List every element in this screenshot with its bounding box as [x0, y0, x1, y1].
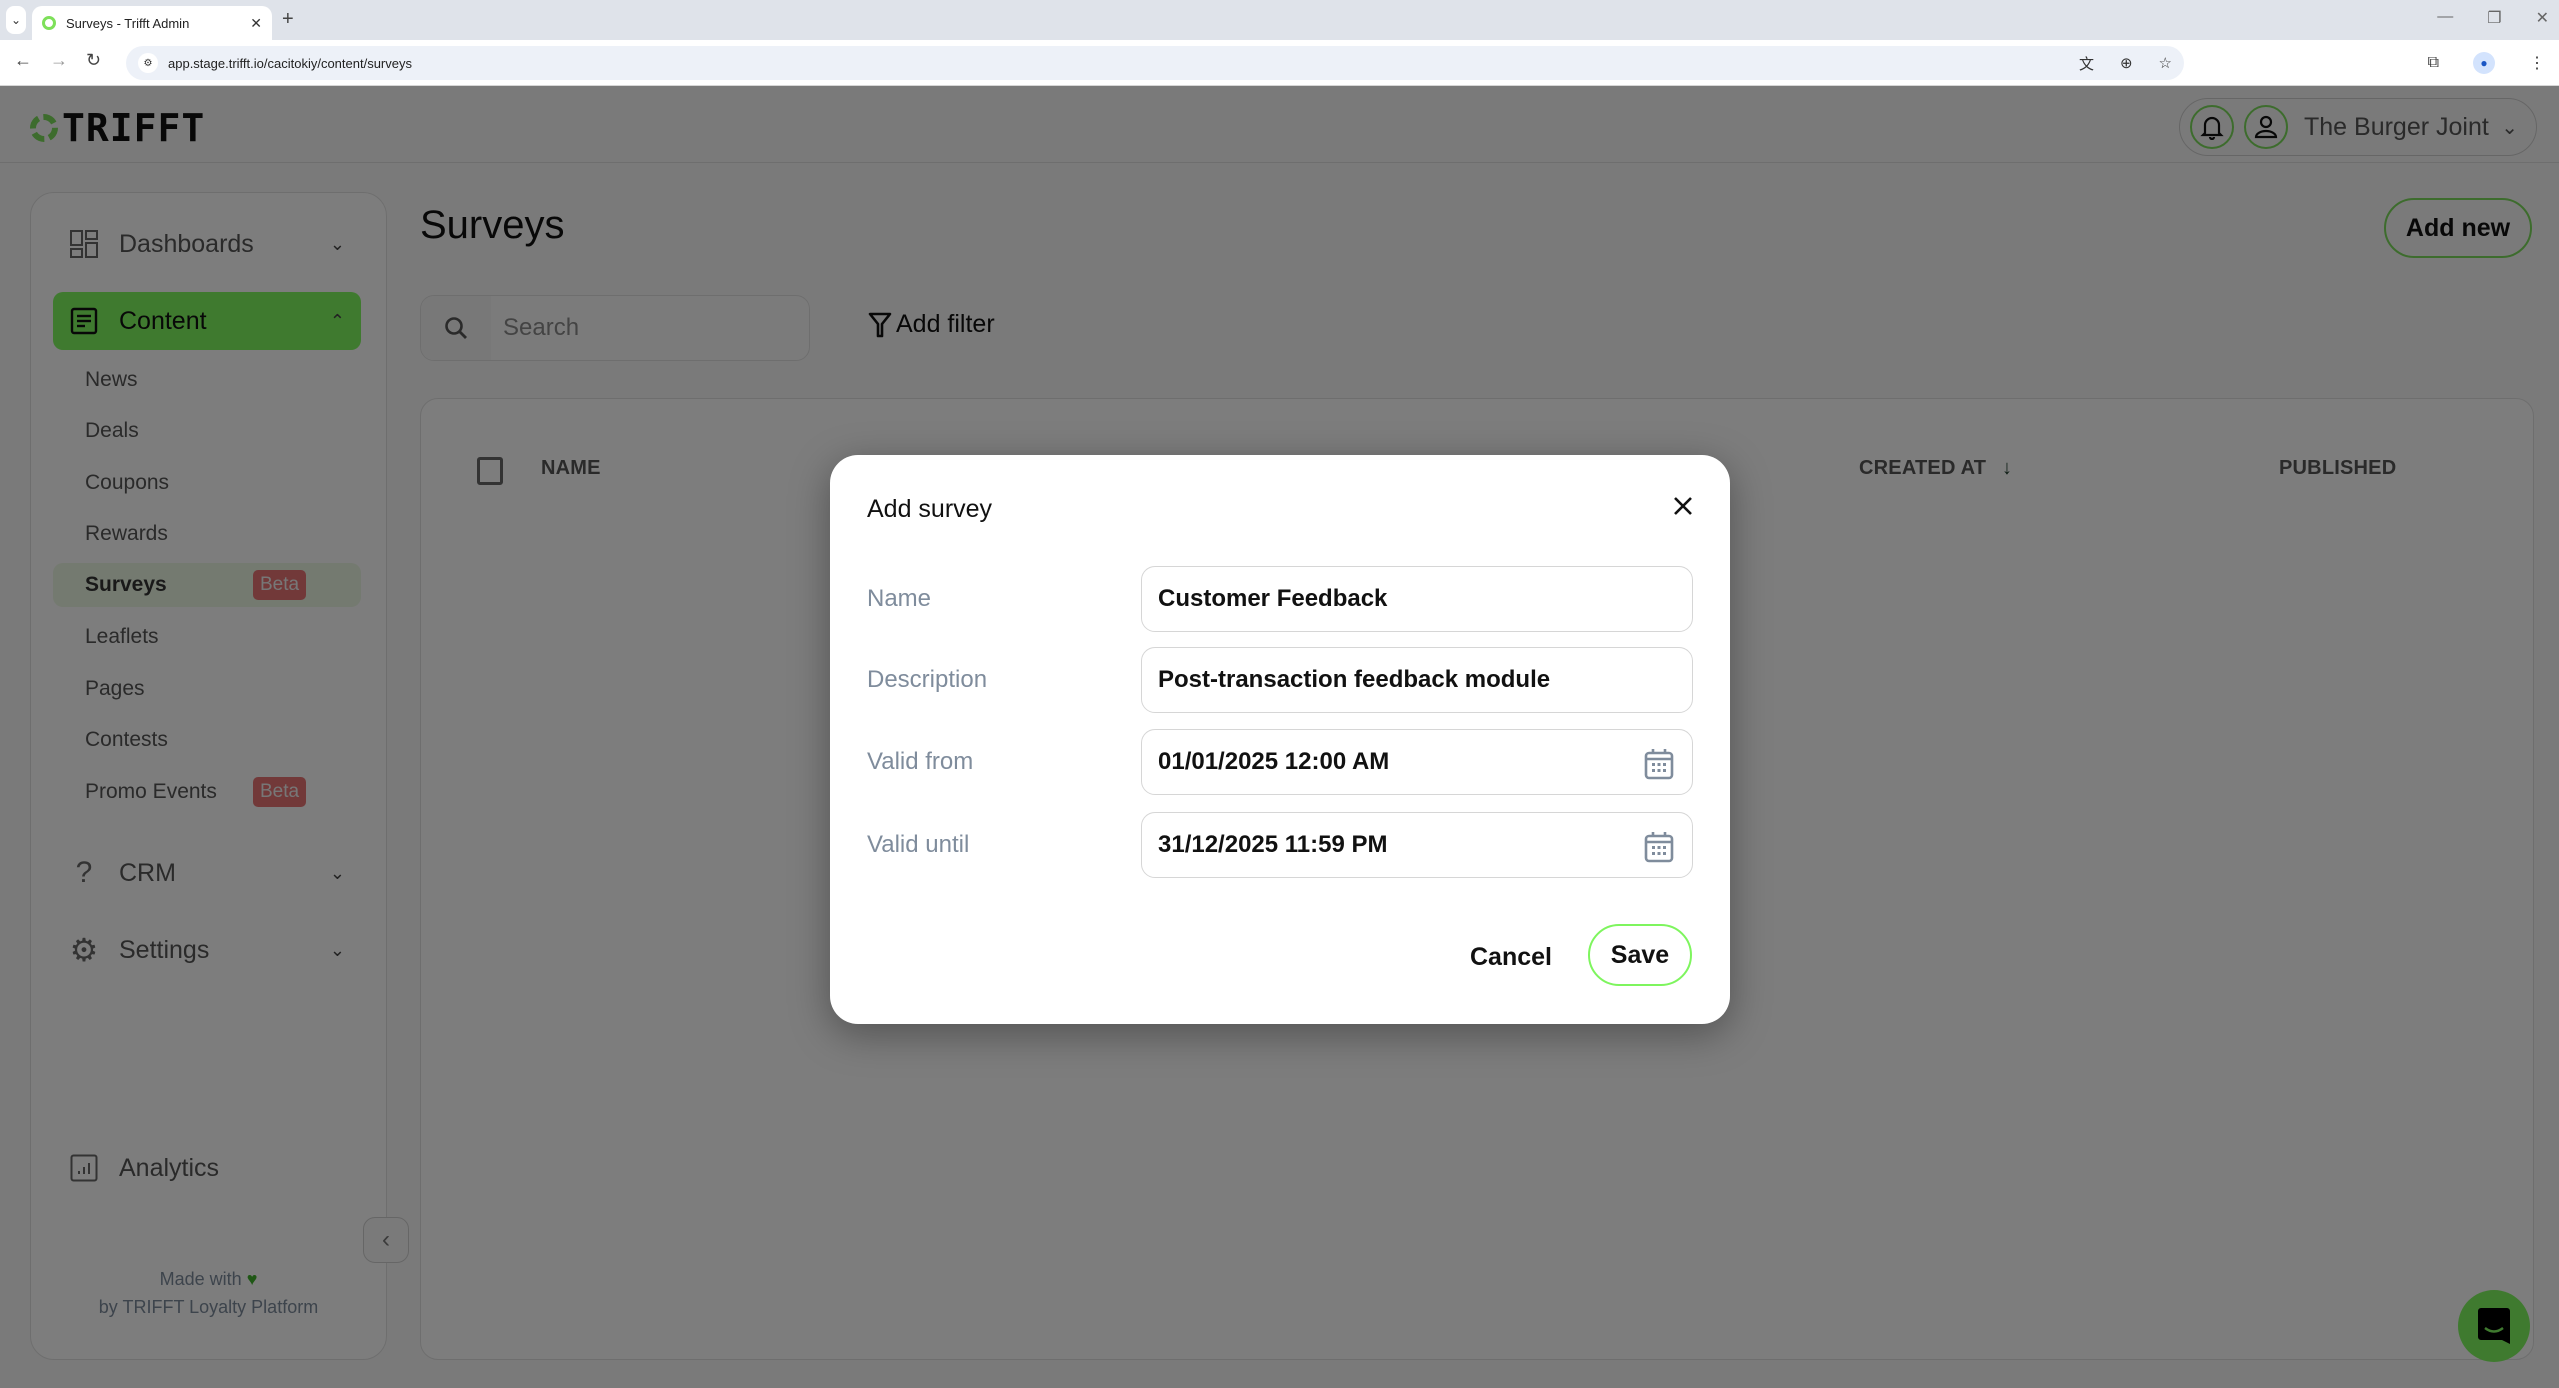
- favicon-icon: [42, 16, 56, 30]
- site-settings-icon[interactable]: ⚙: [138, 53, 158, 73]
- description-value: Post-transaction feedback module: [1158, 666, 1551, 693]
- bookmark-star-icon[interactable]: ☆: [2159, 54, 2172, 72]
- browser-toolbar: ← → ↻ ⚙ app.stage.trifft.io/cacitokiy/co…: [0, 40, 2559, 86]
- zoom-icon[interactable]: ⊕: [2120, 54, 2133, 72]
- reload-icon[interactable]: ↻: [86, 50, 101, 71]
- restore-icon[interactable]: ❐: [2487, 8, 2501, 28]
- browser-tab[interactable]: Surveys - Trifft Admin ✕: [32, 6, 272, 40]
- calendar-icon[interactable]: [1644, 748, 1674, 780]
- name-label: Name: [867, 585, 932, 612]
- browser-menu-icon[interactable]: ⋮: [2529, 53, 2545, 73]
- valid-until-label: Valid until: [867, 831, 970, 858]
- description-input[interactable]: Post-transaction feedback module: [1141, 647, 1693, 713]
- tab-title: Surveys - Trifft Admin: [66, 15, 190, 31]
- profile-icon[interactable]: ●: [2473, 52, 2495, 74]
- translate-icon[interactable]: 文: [2079, 53, 2094, 74]
- new-tab-button[interactable]: +: [282, 8, 294, 31]
- save-button[interactable]: Save: [1588, 924, 1692, 986]
- tab-search-button[interactable]: ⌄: [6, 6, 26, 34]
- back-icon[interactable]: ←: [14, 50, 32, 71]
- url-text: app.stage.trifft.io/cacitokiy/content/su…: [168, 55, 412, 71]
- forward-icon[interactable]: →: [50, 50, 68, 71]
- browser-tab-strip: ⌄ Surveys - Trifft Admin ✕ + — ❐ ✕: [0, 0, 2559, 40]
- valid-until-input[interactable]: 31/12/2025 11:59 PM: [1141, 812, 1693, 878]
- cancel-button[interactable]: Cancel: [1470, 943, 1552, 972]
- minimize-icon[interactable]: —: [2437, 8, 2453, 28]
- name-input[interactable]: Customer Feedback: [1141, 566, 1693, 632]
- calendar-icon[interactable]: [1644, 831, 1674, 863]
- name-value: Customer Feedback: [1158, 585, 1388, 612]
- valid-until-value: 31/12/2025 11:59 PM: [1158, 831, 1388, 858]
- close-icon[interactable]: [1672, 493, 1694, 523]
- valid-from-field-row: Valid from 01/01/2025 12:00 AM: [867, 729, 1693, 795]
- dialog-title: Add survey: [867, 495, 993, 523]
- window-close-icon[interactable]: ✕: [2536, 8, 2549, 28]
- description-label: Description: [867, 666, 988, 693]
- valid-from-value: 01/01/2025 12:00 AM: [1158, 748, 1390, 775]
- address-bar[interactable]: ⚙ app.stage.trifft.io/cacitokiy/content/…: [126, 46, 2184, 80]
- name-field-row: Name Customer Feedback: [867, 566, 1693, 632]
- chevron-down-icon: ⌄: [10, 13, 22, 27]
- valid-until-field-row: Valid until 31/12/2025 11:59 PM: [867, 812, 1693, 878]
- add-survey-dialog: Add survey Name Customer Feedback Descri…: [830, 455, 1730, 1024]
- description-field-row: Description Post-transaction feedback mo…: [867, 647, 1693, 713]
- tab-close-icon[interactable]: ✕: [250, 15, 262, 32]
- valid-from-input[interactable]: 01/01/2025 12:00 AM: [1141, 729, 1693, 795]
- extensions-icon[interactable]: ⧉: [2428, 54, 2439, 72]
- valid-from-label: Valid from: [867, 748, 974, 775]
